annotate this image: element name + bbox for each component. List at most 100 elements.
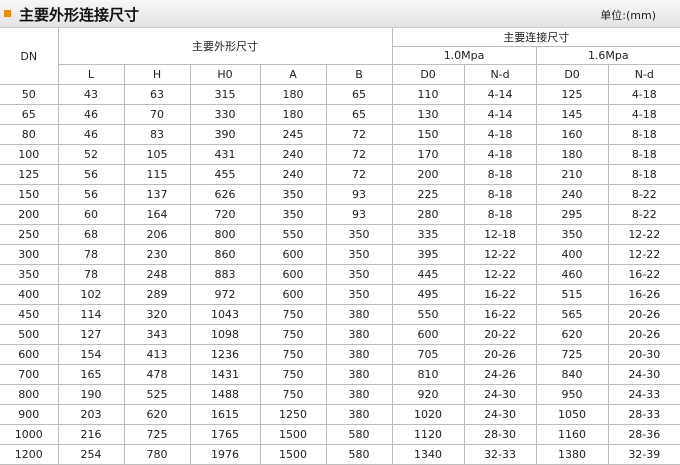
table-cell: 705 — [391, 344, 465, 365]
table-cell: 1250 — [259, 404, 327, 425]
table-cell: 200 — [391, 164, 465, 185]
dn-header: DN — [0, 28, 59, 85]
table-cell: 72 — [325, 144, 393, 165]
table-row: 700 165 478 1431 750 380 810 24-26 840 24-30 — [0, 364, 680, 385]
table-cell: 8-18 — [607, 164, 680, 185]
table-row: 125 56 115 455 240 72 200 8-18 210 8-18 — [0, 164, 680, 185]
dn-cell: 300 — [0, 244, 59, 265]
table-row: 800 190 525 1488 750 380 920 24-30 950 24-33 — [0, 384, 680, 405]
table-cell: 455 — [189, 164, 261, 185]
table-cell: 950 — [535, 384, 609, 405]
dn-cell: 1000 — [0, 424, 59, 445]
table-cell: 1098 — [189, 324, 261, 345]
table-cell: 46 — [57, 104, 125, 125]
table-cell: 445 — [391, 264, 465, 285]
table-cell: 4-18 — [463, 144, 537, 165]
table-cell: 180 — [259, 104, 327, 125]
dn-cell: 80 — [0, 124, 59, 145]
table-cell: 110 — [391, 84, 465, 105]
table-cell: 600 — [391, 324, 465, 345]
dn-cell: 125 — [0, 164, 59, 185]
table-cell: 1236 — [189, 344, 261, 365]
table-cell: 72 — [325, 164, 393, 185]
table-cell: 600 — [259, 264, 327, 285]
table-cell: 1500 — [259, 424, 327, 445]
table-cell: 12-22 — [607, 224, 680, 245]
table-cell: 972 — [189, 284, 261, 305]
table-cell: 380 — [325, 344, 393, 365]
table-cell: 1765 — [189, 424, 261, 445]
table-cell: 315 — [189, 84, 261, 105]
table-cell: 72 — [325, 124, 393, 145]
table-row: 400 102 289 972 600 350 495 16-22 515 16-26 — [0, 284, 680, 305]
column-header: D0 — [535, 64, 609, 85]
section-header: 主要外形连接尺寸 单位:(mm) — [0, 0, 680, 28]
section-title: 主要外形连接尺寸 — [19, 6, 140, 24]
table-cell: 620 — [535, 324, 609, 345]
table-cell: 431 — [189, 144, 261, 165]
table-cell: 4-14 — [463, 104, 537, 125]
table-cell: 245 — [259, 124, 327, 145]
column-header: H0 — [189, 64, 261, 85]
table-cell: 350 — [325, 264, 393, 285]
table-cell: 550 — [259, 224, 327, 245]
table-cell: 16-22 — [463, 304, 537, 325]
table-cell: 28-30 — [463, 424, 537, 445]
table-cell: 24-30 — [463, 404, 537, 425]
dimension-table: DN 主要外形尺寸 主要连接尺寸 1.0Mpa 1.6Mpa L H H0 A B D0 N… — [0, 28, 680, 465]
pressure-header-2: 1.6Mpa — [535, 46, 680, 65]
table-cell: 1431 — [189, 364, 261, 385]
table-cell: 93 — [325, 204, 393, 225]
table-cell: 413 — [123, 344, 191, 365]
table-row: 350 78 248 883 600 350 445 12-22 460 16-22 — [0, 264, 680, 285]
table-cell: 203 — [57, 404, 125, 425]
pressure-header-1: 1.0Mpa — [392, 46, 537, 65]
table-cell: 280 — [391, 204, 465, 225]
table-cell: 295 — [535, 204, 609, 225]
table-cell: 180 — [259, 84, 327, 105]
table-cell: 626 — [189, 184, 261, 205]
table-cell: 750 — [259, 304, 327, 325]
table-cell: 400 — [535, 244, 609, 265]
table-row: 250 68 206 800 550 350 335 12-18 350 12-22 — [0, 224, 680, 245]
column-header: A — [259, 64, 327, 85]
table-cell: 12-22 — [607, 244, 680, 265]
table-cell: 8-22 — [607, 184, 680, 205]
column-header: B — [325, 64, 393, 85]
table-cell: 350 — [325, 284, 393, 305]
table-cell: 170 — [391, 144, 465, 165]
table-cell: 343 — [123, 324, 191, 345]
table-cell: 127 — [57, 324, 125, 345]
table-cell: 600 — [259, 244, 327, 265]
table-cell: 600 — [259, 284, 327, 305]
table-cell: 800 — [189, 224, 261, 245]
table-cell: 20-26 — [607, 324, 680, 345]
table-cell: 83 — [123, 124, 191, 145]
table-cell: 380 — [325, 324, 393, 345]
table-cell: 93 — [325, 184, 393, 205]
table-cell: 920 — [391, 384, 465, 405]
table-cell: 137 — [123, 184, 191, 205]
table-cell: 883 — [189, 264, 261, 285]
table-cell: 154 — [57, 344, 125, 365]
table-cell: 720 — [189, 204, 261, 225]
table-cell: 525 — [123, 384, 191, 405]
dn-cell: 800 — [0, 384, 59, 405]
table-row: 65 46 70 330 180 65 130 4-14 145 4-18 — [0, 104, 680, 125]
table-cell: 330 — [189, 104, 261, 125]
table-cell: 380 — [325, 304, 393, 325]
table-cell: 495 — [391, 284, 465, 305]
table-cell: 24-30 — [463, 384, 537, 405]
column-header: H — [123, 64, 191, 85]
table-cell: 105 — [123, 144, 191, 165]
table-cell: 1615 — [189, 404, 261, 425]
dn-cell: 700 — [0, 364, 59, 385]
table-cell: 165 — [57, 364, 125, 385]
conn-group-header: 主要连接尺寸 — [391, 28, 680, 47]
column-header: L — [58, 64, 125, 85]
table-row: 80 46 83 390 245 72 150 4-18 160 8-18 — [0, 124, 680, 145]
table-cell: 750 — [259, 324, 327, 345]
table-cell: 750 — [259, 364, 327, 385]
table-cell: 620 — [123, 404, 191, 425]
column-header: N-d — [607, 64, 680, 85]
